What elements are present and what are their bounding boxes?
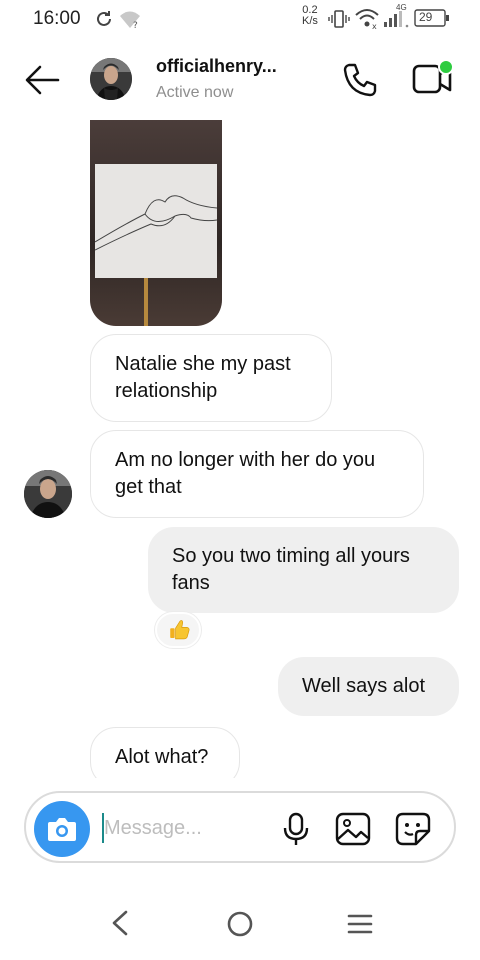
menu-icon[interactable]: [344, 910, 376, 938]
net-speed: 0.2 K/s: [302, 5, 318, 27]
message-text: Well says alot: [302, 675, 426, 697]
sender-avatar[interactable]: [24, 470, 72, 518]
message-bubble-received[interactable]: Natalie she my past relationship: [90, 334, 332, 422]
svg-text:x: x: [372, 22, 377, 29]
contact-name[interactable]: officialhenry...: [156, 56, 277, 77]
shared-image[interactable]: [90, 120, 222, 326]
video-call-icon[interactable]: [410, 58, 456, 102]
gallery-icon[interactable]: [334, 811, 372, 847]
message-composer: [24, 791, 456, 863]
message-text: Am no longer with her do you get that: [115, 449, 376, 498]
message-text: Alot what?: [115, 746, 209, 768]
battery-level: 29: [419, 10, 433, 24]
status-time: 16:00: [33, 8, 81, 29]
battery-icon: 29: [414, 9, 450, 27]
message-bubble-received[interactable]: Am no longer with her do you get that: [90, 430, 424, 518]
reaction-badge[interactable]: [155, 612, 201, 648]
wifi-question-icon: ?: [120, 11, 140, 30]
camera-button[interactable]: [34, 801, 90, 857]
message-thread[interactable]: Natalie she my past relationship Am no l…: [0, 118, 480, 778]
wifi-icon: x: [355, 9, 379, 29]
back-arrow-icon[interactable]: [20, 58, 64, 102]
sync-icon: [97, 11, 111, 26]
message-text: So you two timing all yours fans: [172, 545, 410, 594]
message-bubble-received[interactable]: Alot what?: [90, 727, 240, 778]
svg-text:?: ?: [133, 21, 138, 30]
message-bubble-sent[interactable]: So you two timing all yours fans: [148, 527, 459, 613]
vibrate-icon: [328, 10, 350, 28]
phone-call-icon[interactable]: [340, 60, 380, 100]
signal-icon: 4G: [382, 3, 412, 29]
sticker-icon[interactable]: [394, 811, 432, 847]
message-bubble-sent[interactable]: Well says alot: [278, 657, 459, 716]
message-text: Natalie she my past relationship: [115, 353, 291, 402]
active-status: Active now: [156, 84, 234, 101]
image-detail: [144, 278, 148, 326]
home-icon[interactable]: [224, 908, 256, 940]
system-nav-bar: [0, 890, 480, 960]
contact-avatar[interactable]: [90, 58, 132, 100]
thumbs-up-icon: [170, 620, 190, 640]
online-indicator: [438, 59, 454, 75]
image-content: [94, 164, 218, 278]
camera-icon: [48, 818, 76, 841]
message-input[interactable]: [104, 809, 264, 847]
back-icon[interactable]: [106, 908, 136, 938]
microphone-icon[interactable]: [278, 811, 314, 847]
net-speed-unit: K/s: [302, 15, 318, 27]
status-bar: 16:00 ? 0.2 K/s x 4G 29: [0, 0, 480, 40]
chat-header: officialhenry... Active now: [0, 40, 480, 118]
